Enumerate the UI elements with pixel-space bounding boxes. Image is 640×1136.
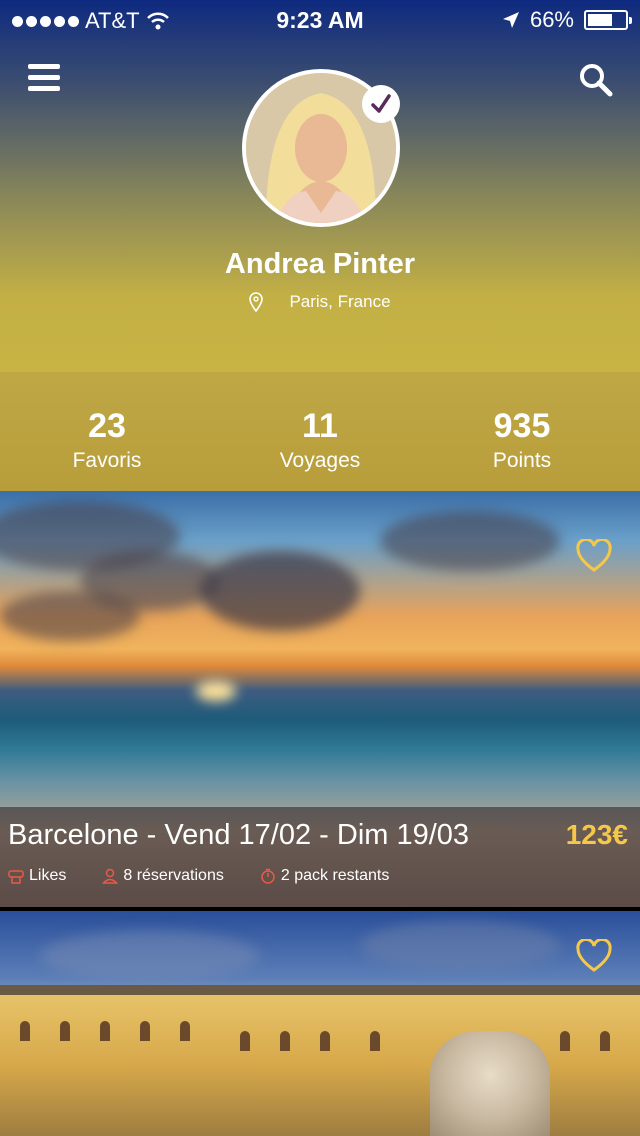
map-pin-icon xyxy=(249,292,264,312)
profile-name: Andrea Pinter xyxy=(224,248,416,280)
trip-card[interactable] xyxy=(0,911,640,1136)
palace-window xyxy=(60,1021,70,1041)
stats-bar: 23 Favoris 11 Voyages 935 Points xyxy=(0,372,640,491)
likes-label: Likes xyxy=(29,867,67,884)
status-right: 66% xyxy=(502,7,632,33)
fountain-statue xyxy=(430,1031,550,1136)
likes-item[interactable]: Likes xyxy=(8,867,66,885)
palace-window xyxy=(600,1031,610,1051)
reservations-item: 8 réservations xyxy=(102,867,224,885)
cloud-shape xyxy=(380,511,560,571)
person-icon xyxy=(102,868,119,884)
palace-window xyxy=(140,1021,150,1041)
reservations-label: 8 réservations xyxy=(123,867,224,884)
stat-label: Points xyxy=(492,449,552,472)
cloud-shape xyxy=(0,591,140,641)
trip-title: Barcelone - Vend 17/02 - Dim 19/03 xyxy=(8,819,470,851)
palace-window xyxy=(180,1021,190,1041)
profile-location: Paris, France xyxy=(0,292,640,312)
palace-window xyxy=(20,1021,30,1041)
palace-window xyxy=(100,1021,110,1041)
heart-outline-icon[interactable] xyxy=(576,939,612,973)
stat-label: Voyages xyxy=(279,449,361,472)
cloud-shape xyxy=(360,921,560,971)
palace-window xyxy=(560,1031,570,1051)
stat-value: 23 xyxy=(88,407,126,445)
trip-price: 123€ xyxy=(565,819,628,850)
status-bar: AT&T 9:23 AM 66% xyxy=(0,0,640,40)
remaining-item: 2 pack restants xyxy=(260,867,390,885)
verified-badge xyxy=(362,85,400,123)
palace-roof xyxy=(0,985,640,995)
location-label: Paris, France xyxy=(289,292,391,311)
cloud-shape xyxy=(200,551,360,631)
battery-icon xyxy=(584,10,632,30)
stat-voyages[interactable]: 11 Voyages xyxy=(220,406,420,476)
battery-level xyxy=(588,14,612,26)
trip-card[interactable]: Barcelone - Vend 17/02 - Dim 19/03 123€ … xyxy=(0,491,640,907)
remaining-label: 2 pack restants xyxy=(280,867,390,884)
stat-favoris[interactable]: 23 Favoris xyxy=(7,406,207,476)
sun-glow xyxy=(196,681,236,701)
trip-meta: Likes 8 réservations 2 pack restants xyxy=(8,867,425,885)
palace-window xyxy=(320,1031,330,1051)
profile-header: AT&T 9:23 AM 66% Andrea Pinter Paris, Fr… xyxy=(0,0,640,372)
stopwatch-icon xyxy=(261,868,275,884)
palace-window xyxy=(280,1031,290,1051)
avatar-container[interactable] xyxy=(242,69,400,227)
hamburger-menu-icon[interactable] xyxy=(28,64,60,94)
palace-window xyxy=(370,1031,380,1051)
battery-percent: 66% xyxy=(529,7,574,32)
search-icon[interactable] xyxy=(578,62,614,98)
palace-window xyxy=(240,1031,250,1051)
stat-value: 11 xyxy=(302,407,338,445)
stat-value: 935 xyxy=(493,407,551,445)
likes-icon xyxy=(8,870,24,884)
location-arrow-icon xyxy=(502,12,519,28)
cloud-shape xyxy=(40,931,260,981)
checkmark-icon xyxy=(371,94,391,113)
stat-points[interactable]: 935 Points xyxy=(422,406,622,476)
stat-label: Favoris xyxy=(72,449,142,472)
card-info-bar: Barcelone - Vend 17/02 - Dim 19/03 123€ … xyxy=(0,807,640,907)
heart-outline-icon[interactable] xyxy=(576,539,612,573)
